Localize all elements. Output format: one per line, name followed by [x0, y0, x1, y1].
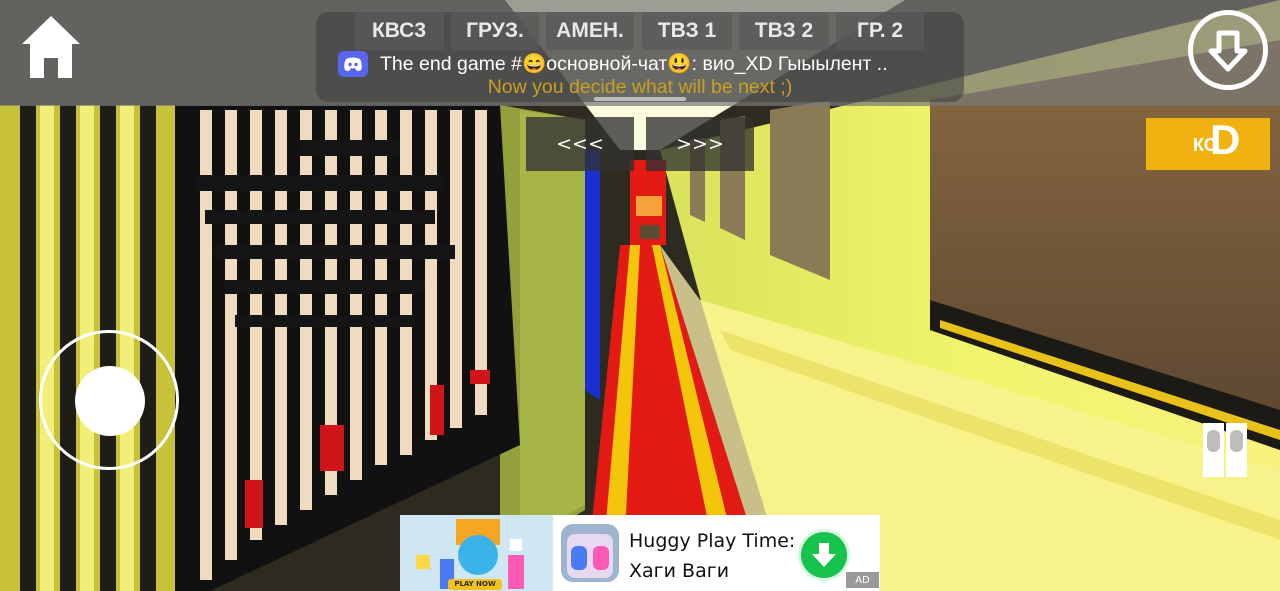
doors-icon [1203, 423, 1247, 477]
tab-amen[interactable]: АМЕН. [546, 12, 634, 50]
panel-drag-handle[interactable] [594, 97, 686, 101]
doors-button[interactable] [1202, 422, 1248, 478]
chat-message-text: The end game #😄основной-чат😃: вио_XD Гыы… [380, 53, 888, 75]
home-icon [22, 16, 80, 78]
ad-download-button[interactable] [798, 529, 850, 581]
download-arrow-icon [1208, 30, 1248, 72]
chat-subtitle: Now you decide what will be next ;) [487, 76, 793, 98]
discord-icon [338, 51, 368, 77]
tab-kvs3[interactable]: КВС3 [354, 12, 444, 50]
ad-badge: AD [846, 572, 879, 588]
ad-title: Huggy Play Time: Хаги Ваги [629, 530, 796, 582]
tab-tvz2[interactable]: ТВЗ 2 [739, 12, 829, 50]
movement-joystick[interactable] [39, 330, 179, 470]
ad-play-now-label: PLAY NOW [448, 579, 502, 590]
ad-banner[interactable]: PLAY NOW Huggy Play Time: Хаги Ваги AD [400, 515, 880, 591]
tab-gruz[interactable]: ГРУЗ. [451, 12, 539, 50]
tabs-chat-panel: КВС3 ГРУЗ. АМЕН. ТВЗ 1 ТВЗ 2 ГР. 2 The e… [316, 12, 964, 102]
home-button[interactable] [22, 14, 80, 80]
prev-car-button[interactable]: <<< [526, 117, 634, 171]
tab-tvz1[interactable]: ТВЗ 1 [642, 12, 732, 50]
joystick-knob[interactable] [75, 366, 145, 436]
tab-gr2[interactable]: ГР. 2 [836, 12, 924, 50]
chat-message-row[interactable]: The end game #😄основной-чат😃: вио_XD Гыы… [338, 50, 958, 78]
yellow-action-button[interactable]: КС D [1146, 116, 1270, 170]
ad-app-icon [561, 524, 619, 582]
download-button[interactable] [1188, 10, 1268, 90]
top-hud-bar: КВС3 ГРУЗ. АМЕН. ТВЗ 1 ТВЗ 2 ГР. 2 The e… [0, 0, 1280, 106]
next-car-button[interactable]: >>> [646, 117, 754, 171]
arrow-down-icon [812, 543, 836, 567]
ad-game-image: PLAY NOW [400, 515, 553, 591]
yellow-button-letter: D [1210, 116, 1241, 163]
